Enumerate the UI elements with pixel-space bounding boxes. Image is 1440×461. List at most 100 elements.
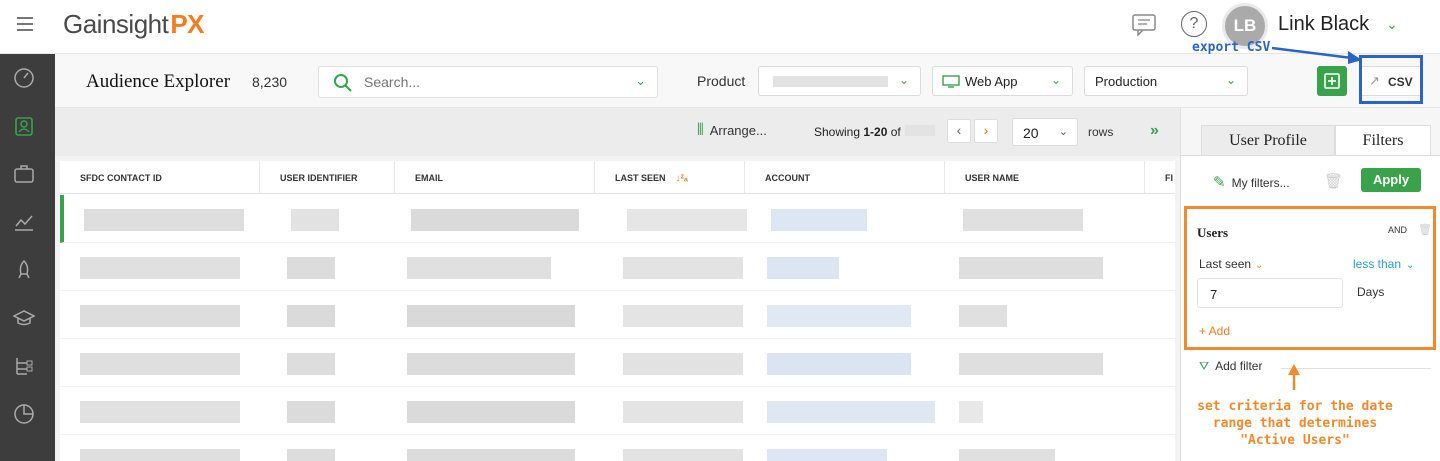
dashboard-icon[interactable] xyxy=(13,67,35,89)
column-header[interactable]: USER NAME xyxy=(945,161,1145,194)
annotation-criteria: set criteria for the date range that det… xyxy=(1197,399,1393,448)
redacted-cell xyxy=(407,257,551,279)
next-page-button[interactable]: › xyxy=(974,119,998,143)
value-input[interactable]: 7 xyxy=(1197,278,1343,308)
add-condition-link[interactable]: + Add xyxy=(1199,324,1230,338)
redacted-cell xyxy=(767,353,911,375)
search-icon xyxy=(334,74,352,92)
channel-value: Web App xyxy=(965,74,1018,89)
arrange-columns-button[interactable]: ⫴ Arrange... xyxy=(697,122,767,140)
logo-px: PX xyxy=(170,9,205,39)
funnel-icon: ⛛ xyxy=(1199,359,1210,373)
table-row[interactable] xyxy=(60,339,1175,387)
table-row[interactable] xyxy=(60,435,1175,461)
sort-az-icon[interactable]: ↓ᶻₐ xyxy=(676,173,688,184)
add-user-button[interactable] xyxy=(1317,66,1347,96)
page-header: Audience Explorer 8,230 ⌄ Product ⌄ Web … xyxy=(55,54,1440,108)
redacted-cell xyxy=(959,257,1103,279)
channel-select[interactable]: Web App ⌄ xyxy=(932,66,1073,96)
table-toolbar: ⫴ Arrange... Showing 1-20 of ‹ › 20 ⌄ row… xyxy=(55,108,1180,156)
my-filters-button[interactable]: ✎ My filters... xyxy=(1213,173,1290,191)
product-label: Product xyxy=(697,73,746,89)
hamburger-icon[interactable] xyxy=(17,17,33,31)
left-nav xyxy=(0,54,55,461)
chevron-down-icon: ⌄ xyxy=(898,73,909,87)
redacted-total xyxy=(905,125,935,136)
column-header[interactable]: FI xyxy=(1145,161,1175,194)
redacted-cell xyxy=(767,257,839,279)
analytics-icon[interactable] xyxy=(13,211,35,233)
redacted-cell xyxy=(959,401,983,423)
redacted-cell xyxy=(623,401,743,423)
redacted-cell xyxy=(959,449,1055,461)
arrange-label: Arrange... xyxy=(709,123,767,138)
redacted-cell xyxy=(80,353,240,375)
table-row[interactable] xyxy=(60,243,1175,291)
add-user-icon xyxy=(1324,73,1340,89)
graduation-cap-icon[interactable] xyxy=(13,307,35,329)
my-filters-label: My filters... xyxy=(1231,176,1290,190)
tree-icon[interactable] xyxy=(13,355,35,377)
search-input[interactable] xyxy=(364,74,614,90)
redacted-cell xyxy=(963,209,1083,231)
trash-icon[interactable]: 🗑 xyxy=(1324,172,1343,190)
environment-select[interactable]: Production ⌄ xyxy=(1084,66,1248,96)
chevron-down-icon[interactable]: ⌄ xyxy=(635,73,646,89)
chevron-down-icon: ⌄ xyxy=(1058,126,1068,138)
search-box[interactable]: ⌄ xyxy=(318,66,658,98)
table-row[interactable] xyxy=(60,291,1175,339)
annotation-arrow xyxy=(1288,364,1300,390)
redacted-cell xyxy=(80,305,240,327)
operator-select[interactable]: less than ⌄ xyxy=(1353,257,1414,271)
column-header[interactable]: SFDC CONTACT ID xyxy=(60,161,260,194)
redacted-cell xyxy=(623,353,743,375)
trash-icon[interactable]: 🗑 xyxy=(1418,223,1432,236)
column-header-last-seen[interactable]: LAST SEEN ↓ᶻₐ xyxy=(595,161,745,194)
redacted-cell xyxy=(767,449,887,461)
redacted-cell xyxy=(80,449,240,461)
tab-user-profile[interactable]: User Profile xyxy=(1201,125,1335,156)
audience-icon[interactable] xyxy=(13,115,35,137)
apply-button[interactable]: Apply xyxy=(1361,168,1421,192)
redacted-cell xyxy=(80,257,240,279)
users-filter-group: Users AND 🗑 Last seen ⌄ less than ⌄ 7 Days… xyxy=(1184,206,1436,350)
monitor-icon xyxy=(942,75,960,88)
chat-icon[interactable] xyxy=(1131,12,1159,38)
table-zone: ⫴ Arrange... Showing 1-20 of ‹ › 20 ⌄ row… xyxy=(55,108,1180,461)
column-header[interactable]: USER IDENTIFIER xyxy=(260,161,395,194)
column-header[interactable]: ACCOUNT xyxy=(745,161,945,194)
table-row[interactable] xyxy=(60,195,1175,243)
briefcase-icon[interactable] xyxy=(13,163,35,185)
chevron-down-icon: ⌄ xyxy=(1255,260,1264,271)
product-select[interactable]: ⌄ xyxy=(758,66,921,96)
annotation-arrow xyxy=(1271,46,1362,64)
redacted-cell xyxy=(959,353,1103,375)
chevron-down-icon[interactable]: ⌄ xyxy=(1386,16,1398,33)
rocket-icon[interactable] xyxy=(13,259,35,281)
chevron-down-icon: ⌄ xyxy=(1406,260,1415,271)
redacted-cell xyxy=(84,209,244,231)
rows-per-page-select[interactable]: 20 ⌄ xyxy=(1012,118,1078,146)
tab-filters[interactable]: Filters xyxy=(1335,125,1431,156)
field-select[interactable]: Last seen ⌄ xyxy=(1199,257,1263,271)
table-row[interactable] xyxy=(60,387,1175,435)
add-filter-button[interactable]: ⛛ Add filter xyxy=(1199,359,1262,374)
group-operator[interactable]: AND xyxy=(1388,225,1407,235)
chevron-down-icon: ⌄ xyxy=(1050,73,1061,87)
expand-panel-icon[interactable]: » xyxy=(1150,122,1159,140)
column-header[interactable]: EMAIL xyxy=(395,161,595,194)
redacted-cell xyxy=(291,209,339,231)
showing-of: of xyxy=(887,125,901,139)
pie-chart-icon[interactable] xyxy=(13,403,35,425)
user-count: 8,230 xyxy=(252,74,288,90)
prev-page-button[interactable]: ‹ xyxy=(947,119,971,143)
redacted-cell xyxy=(627,209,747,231)
pagination-summary: Showing 1-20 of xyxy=(814,125,901,139)
redacted-cell xyxy=(287,305,335,327)
logo[interactable]: GainsightPX xyxy=(63,9,205,40)
help-icon[interactable]: ? xyxy=(1181,11,1207,37)
user-name[interactable]: Link Black xyxy=(1278,13,1369,36)
showing-prefix: Showing xyxy=(814,125,864,139)
redacted-cell xyxy=(767,305,911,327)
redacted-cell xyxy=(407,401,575,423)
